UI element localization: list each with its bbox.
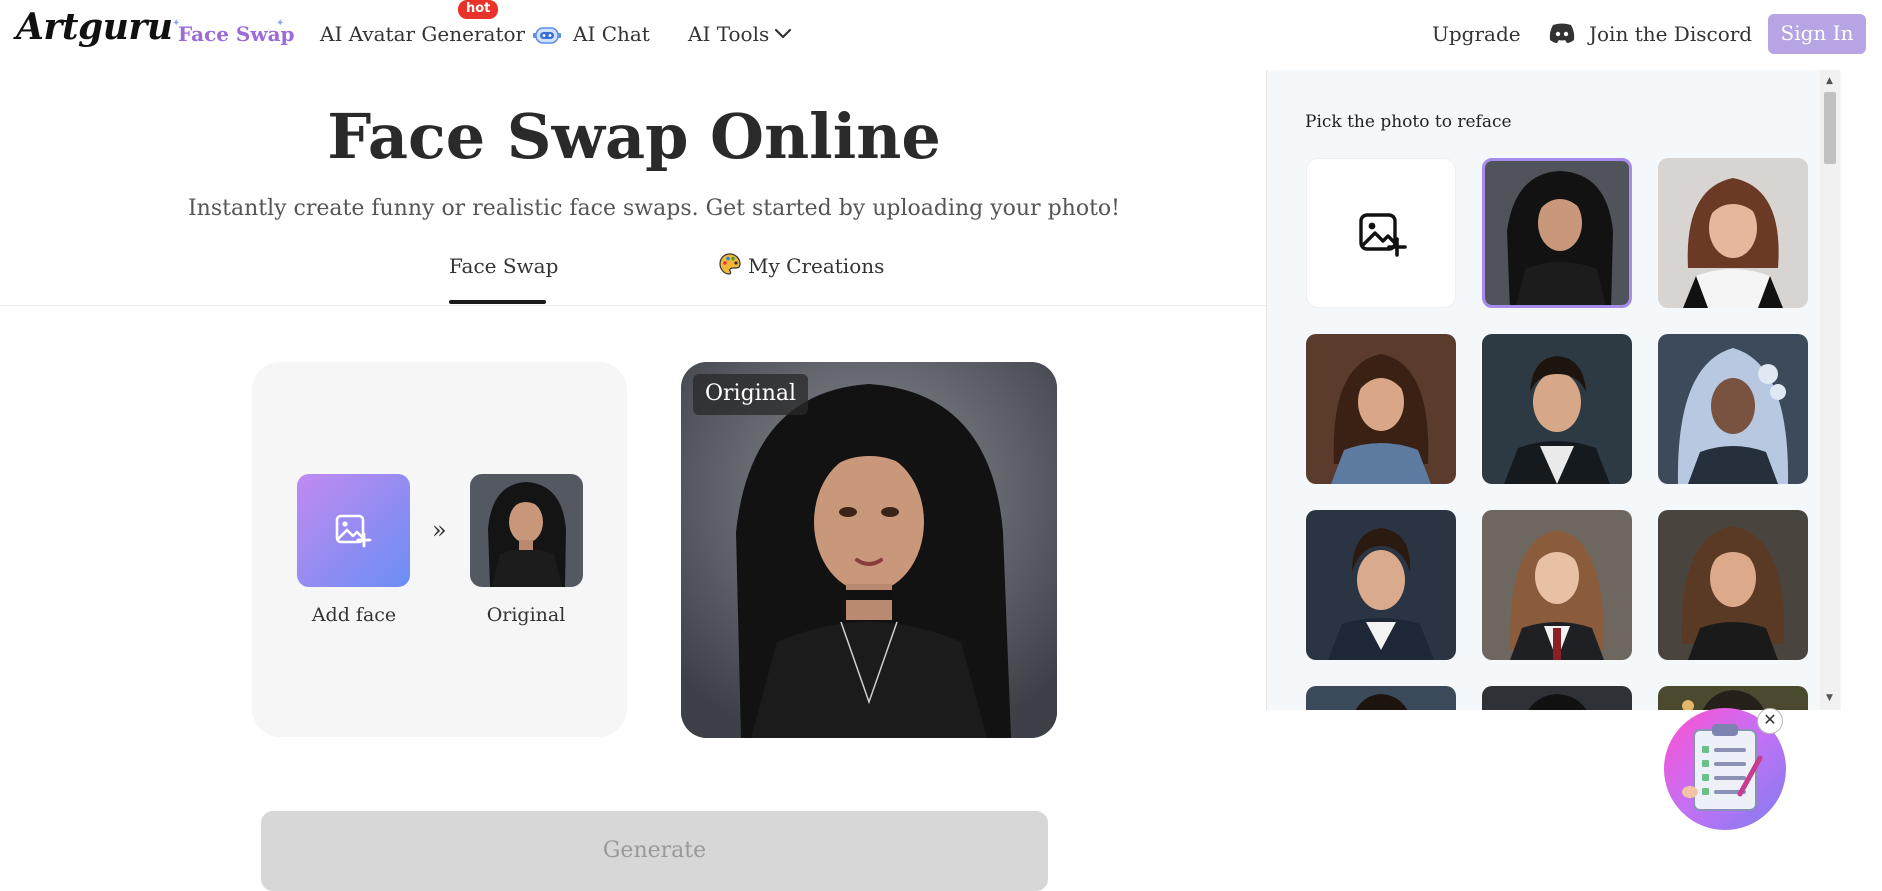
add-face-button[interactable]	[297, 474, 410, 587]
scroll-up-arrow-icon[interactable]: ▲	[1826, 76, 1833, 86]
active-tab-indicator	[449, 300, 546, 304]
artguru-logo[interactable]: Artguru	[16, 6, 173, 48]
reface-panel: Pick the photo to reface	[1266, 70, 1841, 710]
portrait-image	[681, 362, 1057, 738]
nav-ai-tools[interactable]: AI Tools	[688, 22, 769, 46]
scroll-down-arrow-icon[interactable]: ▼	[1826, 693, 1833, 703]
reface-photo-thumb[interactable]	[1306, 334, 1456, 484]
reface-photo-thumb[interactable]	[1306, 510, 1456, 660]
palette-icon	[719, 253, 741, 275]
tab-divider	[0, 305, 1266, 306]
reface-photo-thumb[interactable]	[1482, 334, 1632, 484]
reface-photo-thumb[interactable]	[1658, 510, 1808, 660]
generate-button[interactable]: Generate	[261, 811, 1048, 891]
reface-photo-thumb[interactable]	[1658, 158, 1808, 308]
tab-my-creations[interactable]: My Creations	[748, 254, 884, 278]
reface-photo-thumb[interactable]	[1658, 686, 1808, 710]
upload-image-icon	[1359, 213, 1407, 257]
join-discord-link[interactable]: Join the Discord	[1589, 22, 1752, 46]
sign-in-button[interactable]: Sign In	[1768, 14, 1866, 54]
close-widget-button[interactable]: ✕	[1757, 708, 1783, 734]
add-image-icon	[335, 514, 372, 548]
nav-ai-chat[interactable]: AI Chat	[573, 22, 650, 46]
page-subtitle: Instantly create funny or realistic face…	[187, 196, 1121, 221]
robot-icon	[533, 27, 561, 44]
chevron-down-icon[interactable]	[772, 24, 794, 44]
original-label: Original	[486, 604, 566, 626]
upgrade-link[interactable]: Upgrade	[1432, 22, 1521, 46]
upload-photo-button[interactable]	[1306, 158, 1456, 308]
reface-photo-thumb[interactable]	[1482, 686, 1632, 710]
tab-face-swap[interactable]: Face Swap	[449, 254, 558, 278]
scrollbar-thumb[interactable]	[1824, 92, 1836, 164]
discord-icon	[1549, 23, 1575, 43]
nav-ai-avatar-generator[interactable]: AI Avatar Generator	[320, 22, 525, 46]
original-preview-image: Original	[681, 362, 1057, 738]
panel-scrollbar[interactable]	[1820, 70, 1840, 710]
reface-photo-thumb[interactable]	[1482, 158, 1632, 308]
reface-photo-thumb[interactable]	[1482, 510, 1632, 660]
reface-photo-thumb[interactable]	[1658, 334, 1808, 484]
reface-photo-thumb[interactable]	[1306, 686, 1456, 710]
original-badge: Original	[693, 374, 809, 415]
swap-arrow-icon: »	[432, 516, 447, 544]
add-face-label: Add face	[311, 604, 397, 626]
original-thumbnail[interactable]	[470, 474, 583, 587]
nav-face-swap[interactable]: Face Swap	[178, 22, 295, 46]
page-title: Face Swap Online	[327, 100, 941, 173]
hot-badge: hot	[458, 0, 499, 19]
top-header: Artguru ✦ ✦ Face Swap AI Avatar Generato…	[0, 0, 1882, 68]
panel-title: Pick the photo to reface	[1305, 112, 1512, 132]
